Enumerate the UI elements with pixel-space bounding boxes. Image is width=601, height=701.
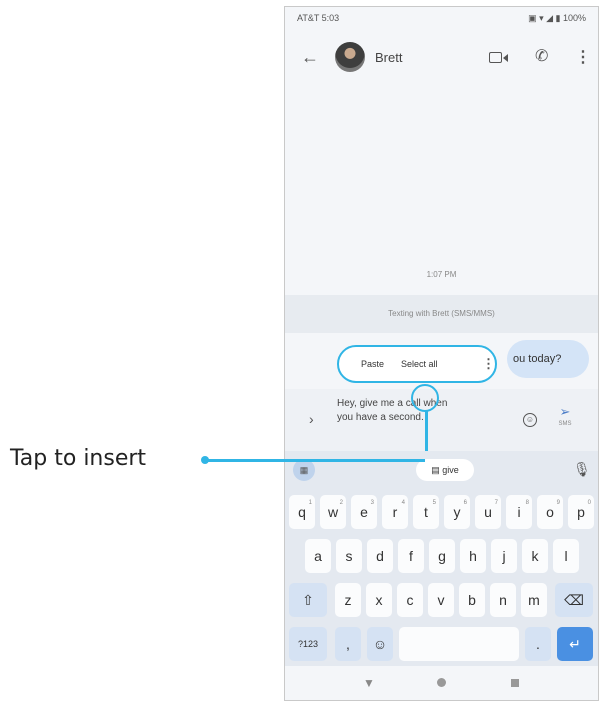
more-vert-icon[interactable]: ⋮ (575, 47, 591, 67)
key-row-1: q1 w2 e3 r4 t5 y6 u7 i8 o9 p0 (285, 495, 598, 531)
key-c[interactable]: c (397, 583, 423, 617)
key-k[interactable]: k (522, 539, 548, 573)
clipboard-icon: ▤ (431, 465, 443, 475)
message-timestamp: 1:07 PM (426, 270, 457, 279)
suggestion-word: give (442, 465, 459, 475)
contact-name[interactable]: Brett (375, 50, 402, 65)
message-bubble[interactable]: ou today? (507, 340, 589, 378)
key-u[interactable]: u7 (475, 495, 501, 529)
key-row-3: ⇧ z x c v b n m ⌫ (285, 583, 598, 619)
key-n[interactable]: n (490, 583, 516, 617)
suggestion-strip: ▦ ▤ give 🎙 (285, 451, 598, 489)
message-composer: › Hey, give me a call when you have a se… (285, 389, 598, 451)
phone-screen: AT&T 5:03 ▣ ▾ ◢ ▮ 100% ← Brett ✆ ⋮ 1:07 … (284, 6, 599, 701)
comma-key[interactable]: , (335, 627, 361, 661)
chevron-right-icon[interactable]: › (309, 411, 314, 427)
on-screen-keyboard: ▦ ▤ give 🎙 q1 w2 e3 r4 t5 y6 u7 i8 o9 p0… (285, 451, 598, 700)
paste-option[interactable]: Paste (361, 359, 384, 369)
key-a[interactable]: a (305, 539, 331, 573)
key-v[interactable]: v (428, 583, 454, 617)
carrier-time: AT&T 5:03 (297, 13, 340, 23)
emoji-key-icon[interactable]: ☺ (367, 627, 393, 661)
key-e[interactable]: e3 (351, 495, 377, 529)
navigation-bar: ▼ (285, 666, 598, 700)
back-arrow-icon[interactable]: ← (301, 47, 319, 68)
menu-more-icon[interactable]: ⋮ (482, 356, 495, 372)
key-t[interactable]: t5 (413, 495, 439, 529)
text-context-menu: Paste Select all ⋮ (337, 345, 497, 383)
callout-line (207, 459, 425, 462)
key-w[interactable]: w2 (320, 495, 346, 529)
key-row-4: ?123 , ☺ . ↵ (285, 627, 598, 663)
send-sms-label: SMS (558, 421, 572, 427)
key-s[interactable]: s (336, 539, 362, 573)
suggestion-chip[interactable]: ▤ give (416, 459, 474, 481)
video-call-icon[interactable] (489, 50, 508, 64)
key-q[interactable]: q1 (289, 495, 315, 529)
key-z[interactable]: z (335, 583, 361, 617)
key-b[interactable]: b (459, 583, 485, 617)
select-all-option[interactable]: Select all (401, 359, 438, 369)
key-g[interactable]: g (429, 539, 455, 573)
key-r[interactable]: r4 (382, 495, 408, 529)
key-o[interactable]: o9 (537, 495, 563, 529)
key-y[interactable]: y6 (444, 495, 470, 529)
key-row-2: a s d f g h j k l (285, 539, 598, 575)
status-bar: AT&T 5:03 ▣ ▾ ◢ ▮ 100% (285, 7, 598, 29)
key-f[interactable]: f (398, 539, 424, 573)
shift-key-icon[interactable]: ⇧ (289, 583, 327, 617)
enter-key-icon[interactable]: ↵ (557, 627, 593, 661)
app-bar: ← Brett ✆ ⋮ (285, 37, 598, 81)
back-triangle-icon[interactable]: ▼ (363, 676, 375, 690)
phone-icon[interactable]: ✆ (535, 46, 548, 66)
callout-label: Tap to insert (10, 446, 147, 471)
key-m[interactable]: m (521, 583, 547, 617)
space-key[interactable] (399, 627, 519, 661)
recents-square-icon[interactable] (511, 676, 519, 690)
emoji-icon[interactable]: ☺ (523, 413, 537, 427)
symbols-key[interactable]: ?123 (289, 627, 327, 661)
mic-icon[interactable]: 🎙 (573, 461, 591, 478)
key-d[interactable]: d (367, 539, 393, 573)
send-icon: ➢ (559, 404, 571, 419)
send-button[interactable]: ➢ SMS (553, 405, 577, 437)
avatar[interactable] (335, 42, 365, 72)
key-p[interactable]: p0 (568, 495, 594, 529)
key-l[interactable]: l (553, 539, 579, 573)
backspace-key-icon[interactable]: ⌫ (555, 583, 593, 617)
apps-grid-icon[interactable]: ▦ (293, 459, 315, 481)
cursor-highlight-circle (411, 384, 439, 412)
key-i[interactable]: i8 (506, 495, 532, 529)
status-indicators: ▣ ▾ ◢ ▮ 100% (528, 13, 586, 23)
key-j[interactable]: j (491, 539, 517, 573)
key-h[interactable]: h (460, 539, 486, 573)
period-key[interactable]: . (525, 627, 551, 661)
key-x[interactable]: x (366, 583, 392, 617)
message-text: ou today? (513, 353, 562, 365)
home-circle-icon[interactable] (437, 676, 446, 690)
message-input-line: you have a second. (337, 412, 424, 423)
texting-notice: Texting with Brett (SMS/MMS) (285, 295, 598, 333)
